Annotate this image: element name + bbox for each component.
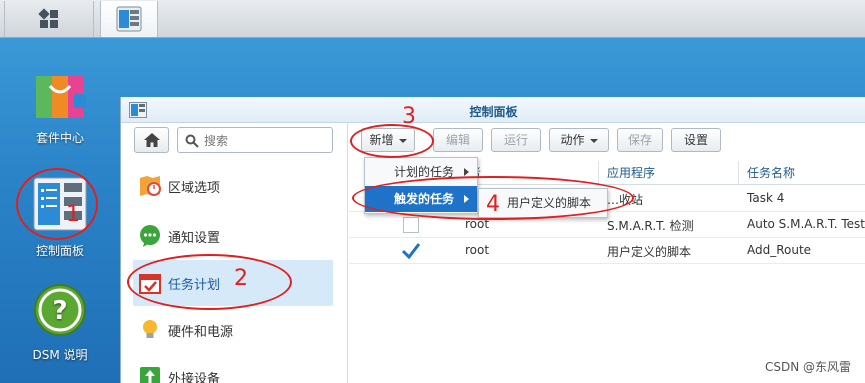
taskbar: [0, 0, 865, 38]
cell-user: root: [465, 243, 490, 257]
annotation-number: 3: [402, 104, 416, 129]
region-icon: [140, 176, 161, 196]
sidebar-item-label: 区域选项: [168, 181, 221, 196]
control-panel-icon: [116, 6, 142, 32]
desktop-icon-label: 套件中心: [35, 131, 84, 145]
annotation-number: 2: [234, 266, 248, 291]
sidebar: 区域选项 通知设置 任务计划 硬件和电源: [121, 123, 348, 383]
sidebar-item-label: 通知设置: [168, 231, 221, 246]
sidebar-item-label: 外接设备: [168, 372, 221, 383]
save-button[interactable]: 保存: [617, 128, 663, 152]
watermark: CSDN @东风雷: [764, 360, 851, 374]
table-row[interactable]: root 用户定义的脚本 Add_Route: [349, 238, 865, 264]
action-label: 动作: [560, 133, 585, 147]
settings-label: 设置: [683, 133, 708, 147]
cell-name: Auto S.M.A.R.T. Test: [747, 217, 865, 231]
cell-name: Add_Route: [747, 243, 812, 257]
control-panel-window: 控制面板 区域选项: [120, 97, 865, 383]
annotation-number: 4: [486, 192, 500, 217]
search-icon: [185, 134, 199, 148]
chevron-right-icon: [464, 168, 469, 176]
cell-app: S.M.A.R.T. 检测: [607, 219, 694, 233]
desktop-icon-label: DSM 说明: [32, 348, 88, 362]
annotation-circle: [16, 168, 98, 240]
settings-button[interactable]: 设置: [671, 128, 721, 152]
run-label: 运行: [503, 133, 528, 147]
run-button[interactable]: 运行: [491, 128, 541, 152]
sidebar-item-label: 硬件和电源: [168, 325, 234, 340]
row-checkbox[interactable]: [403, 217, 419, 233]
edit-button[interactable]: 编辑: [433, 128, 483, 152]
search-box[interactable]: [177, 127, 333, 153]
desktop-icon-dsm-help[interactable]: ? DSM 说明: [0, 283, 120, 363]
column-header-application[interactable]: 应用程序: [599, 161, 739, 185]
column-header-task-name[interactable]: 任务名称: [739, 161, 865, 185]
sidebar-item-hardware-power[interactable]: 硬件和电源: [133, 307, 333, 353]
shopping-bag-icon: [36, 76, 86, 118]
cell-name: Task 4: [747, 191, 785, 205]
chevron-down-icon: [589, 138, 598, 143]
action-button[interactable]: 动作: [549, 128, 609, 152]
sidebar-item-external-devices[interactable]: 外接设备: [133, 354, 333, 383]
edit-label: 编辑: [445, 133, 470, 147]
home-icon: [144, 133, 160, 147]
sidebar-item-region[interactable]: 区域选项: [133, 163, 333, 209]
svg-text:?: ?: [52, 296, 67, 326]
notification-icon: [140, 225, 160, 247]
main-menu-button[interactable]: [4, 1, 94, 37]
window-titlebar: 控制面板: [121, 97, 865, 123]
annotation-circle: [350, 124, 434, 158]
external-device-icon: [140, 367, 160, 383]
home-button[interactable]: [134, 127, 169, 153]
annotation-number: 1: [66, 202, 80, 227]
bulb-icon: [143, 320, 157, 338]
taskbar-control-panel-button[interactable]: [100, 1, 158, 37]
desktop-icon-label: 控制面板: [35, 244, 84, 258]
checkmark-icon[interactable]: [401, 242, 421, 260]
save-label: 保存: [627, 133, 652, 147]
desktop-icon-package-center[interactable]: 套件中心: [0, 64, 120, 146]
search-input[interactable]: [204, 132, 324, 149]
sidebar-item-notification[interactable]: 通知设置: [133, 213, 333, 259]
window-title: 控制面板: [469, 105, 518, 119]
annotation-circle: [127, 254, 292, 310]
main-menu-icon: [38, 8, 58, 28]
help-icon: ?: [34, 284, 86, 336]
cell-app: 用户定义的脚本: [607, 245, 692, 259]
